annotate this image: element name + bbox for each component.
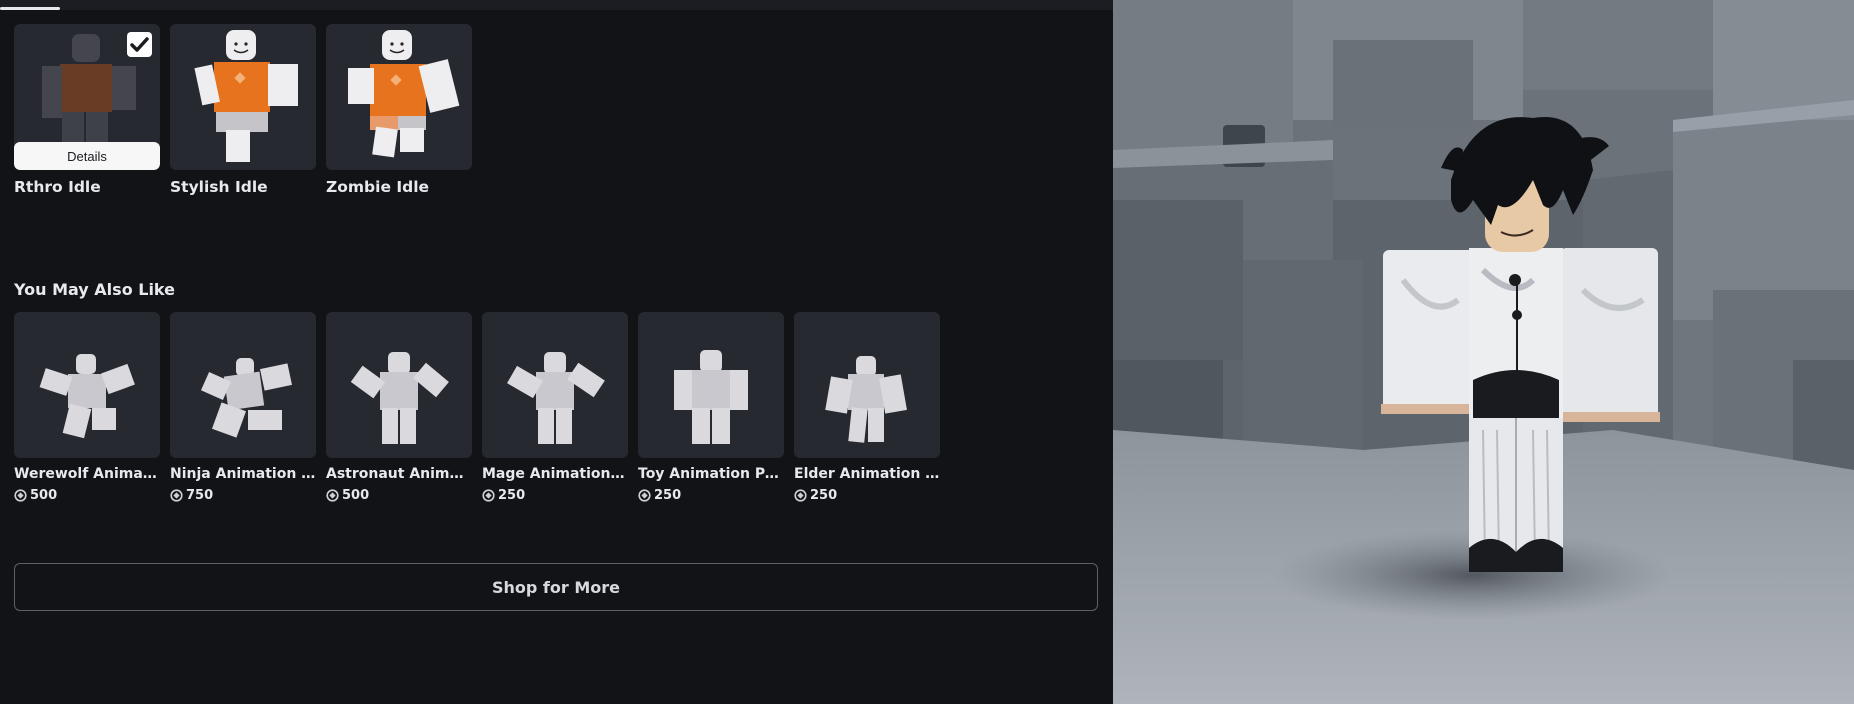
avatar-preview-viewport[interactable]	[1113, 0, 1854, 704]
robux-icon	[482, 489, 495, 502]
rec-name-elder[interactable]: Elder Animation Pack	[794, 466, 940, 482]
item-name-stylish-idle: Stylish Idle	[170, 178, 268, 196]
price-value: 250	[498, 488, 526, 503]
robux-icon	[14, 489, 27, 502]
catalog-panel: Details Rthro Idle Stylish Idle Zombie I…	[0, 0, 1113, 704]
checkmark-icon[interactable]	[127, 32, 152, 57]
shop-for-more-button[interactable]: Shop for More	[14, 563, 1098, 611]
robux-icon	[326, 489, 339, 502]
details-button[interactable]: Details	[14, 142, 160, 170]
rec-name-toy[interactable]: Toy Animation Pack	[638, 466, 784, 482]
price-value: 500	[30, 488, 58, 503]
price-elder: 250	[794, 488, 837, 503]
rec-name-ninja[interactable]: Ninja Animation Pack	[170, 466, 316, 482]
item-tile-stylish-idle[interactable]	[170, 24, 316, 170]
price-value: 250	[654, 488, 682, 503]
avatar-scene	[1113, 0, 1854, 704]
rec-tile-elder[interactable]	[794, 312, 940, 458]
rec-tile-astronaut[interactable]	[326, 312, 472, 458]
mage-pack-thumbnail	[507, 352, 605, 444]
item-name-rthro-idle: Rthro Idle	[14, 178, 101, 196]
zombie-idle-thumbnail	[348, 30, 460, 158]
werewolf-pack-thumbnail	[39, 354, 135, 439]
rec-tile-mage[interactable]	[482, 312, 628, 458]
toy-pack-thumbnail	[674, 350, 748, 444]
price-value: 500	[342, 488, 370, 503]
recommendations-title: You May Also Like	[14, 280, 175, 299]
price-toy: 250	[638, 488, 681, 503]
tab-bar	[0, 0, 1113, 10]
price-ninja: 750	[170, 488, 213, 503]
price-value: 750	[186, 488, 214, 503]
price-mage: 250	[482, 488, 525, 503]
rec-tile-toy[interactable]	[638, 312, 784, 458]
ninja-pack-thumbnail	[200, 358, 292, 438]
robux-icon	[170, 489, 183, 502]
item-tile-rthro-idle[interactable]: Details	[14, 24, 160, 170]
robux-icon	[638, 489, 651, 502]
rec-tile-werewolf[interactable]	[14, 312, 160, 458]
item-name-zombie-idle: Zombie Idle	[326, 178, 430, 196]
rec-name-werewolf[interactable]: Werewolf Animation Pack	[14, 466, 160, 482]
stylish-idle-thumbnail	[194, 30, 298, 162]
rec-name-mage[interactable]: Mage Animation Pack	[482, 466, 628, 482]
active-tab-indicator	[0, 7, 60, 10]
price-value: 250	[810, 488, 838, 503]
elder-pack-thumbnail	[825, 356, 907, 443]
rec-tile-ninja[interactable]	[170, 312, 316, 458]
rec-name-astronaut[interactable]: Astronaut Animation Pack	[326, 466, 472, 482]
price-werewolf: 500	[14, 488, 57, 503]
price-astronaut: 500	[326, 488, 369, 503]
item-tile-zombie-idle[interactable]	[326, 24, 472, 170]
astronaut-pack-thumbnail	[350, 352, 449, 444]
robux-icon	[794, 489, 807, 502]
